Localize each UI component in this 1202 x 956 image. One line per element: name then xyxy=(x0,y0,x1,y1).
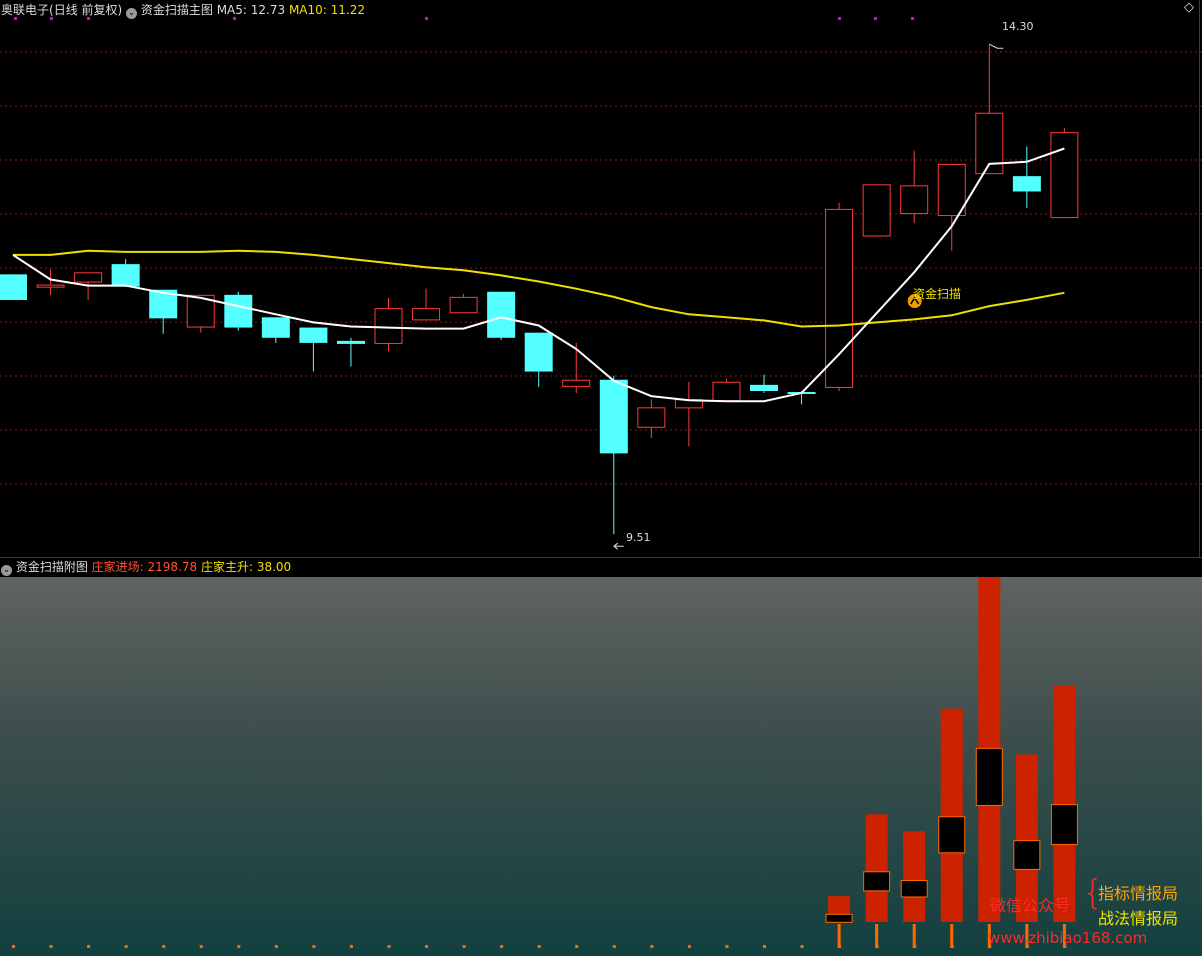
baseline-tick xyxy=(349,945,353,948)
candle-body-up xyxy=(412,308,441,321)
baseline-tick xyxy=(462,945,466,948)
candle-body-up xyxy=(74,272,103,283)
candle-body-down xyxy=(111,264,140,287)
baseline-tick xyxy=(725,945,729,948)
main-chart-panel[interactable]: 奥联电子(日线 前复权) ⌄ 资金扫描主图 MA5: 12.73 MA10: 1… xyxy=(0,0,1202,557)
candle-body-down xyxy=(599,379,628,454)
candle-body-up xyxy=(36,284,65,288)
high-price-label: 14.30 xyxy=(1002,20,1034,33)
watermark-url: www.zhibiao168.com xyxy=(988,929,1148,947)
candle-body-up xyxy=(825,208,854,388)
candle-body-down xyxy=(336,340,365,344)
baseline-tick xyxy=(312,945,316,948)
baseline-tick xyxy=(650,945,654,948)
money-bar-block xyxy=(975,747,1003,806)
watermark-account: 微信公众号 xyxy=(990,896,1071,915)
money-bar xyxy=(1053,685,1076,922)
candle-body-up xyxy=(937,163,966,217)
candle-body-down xyxy=(261,317,290,338)
money-bar xyxy=(865,814,888,922)
main-header: 奥联电子(日线 前复权) ⌄ 资金扫描主图 MA5: 12.73 MA10: 1… xyxy=(1,3,365,19)
money-bar-block xyxy=(900,880,928,898)
baseline-tick xyxy=(537,945,541,948)
high-pointer xyxy=(989,43,1004,49)
baseline-tick xyxy=(162,945,166,948)
baseline-tick xyxy=(763,945,766,948)
top-marker xyxy=(874,17,877,20)
candle-body-up xyxy=(374,308,403,344)
baseline-tick xyxy=(12,945,15,948)
baseline-tick xyxy=(687,945,691,948)
baseline-tick xyxy=(49,945,53,948)
stock-name: 奥联电子 xyxy=(1,3,50,17)
baseline-tick xyxy=(124,945,128,948)
baseline-tick xyxy=(800,945,804,948)
sub-chart-panel[interactable]: ⌄ 资金扫描附图 庄家进场: 2198.78 庄家主升: 38.00 微信公众号… xyxy=(0,558,1202,956)
baseline-tick xyxy=(500,945,504,948)
baseline-tick xyxy=(237,945,241,948)
main-chart-svg[interactable] xyxy=(0,0,1202,557)
candle-body-up xyxy=(1050,132,1079,219)
main-indicator-name[interactable]: 资金扫描主图 xyxy=(141,3,213,17)
money-bar xyxy=(940,708,963,922)
signal-label: 资金扫描 xyxy=(913,287,962,301)
money-bar-block xyxy=(938,816,966,854)
top-marker xyxy=(425,17,428,20)
top-marker xyxy=(911,17,914,20)
candle-body-down xyxy=(487,291,516,338)
candle-body-up xyxy=(562,379,591,387)
period-label: (日线 前复权) xyxy=(49,3,123,17)
money-bar-block xyxy=(825,913,853,923)
baseline-tick xyxy=(387,945,391,948)
money-bar-block xyxy=(1050,804,1078,845)
candle-body-down xyxy=(750,384,778,391)
low-price-label: 9.51 xyxy=(626,531,651,544)
money-bar-block xyxy=(1013,840,1041,870)
baseline-tick xyxy=(425,945,429,948)
candle-body-up xyxy=(712,381,741,402)
baseline-tick xyxy=(87,945,91,948)
candle-body-up xyxy=(449,296,478,314)
baseline-tick xyxy=(612,945,616,948)
candle-body-down xyxy=(224,294,253,328)
low-pointer xyxy=(613,542,624,550)
candle-body-down xyxy=(1012,176,1041,192)
top-marker xyxy=(838,17,841,20)
candle-body-down xyxy=(0,274,27,300)
ma10-readout: MA10: 11.22 xyxy=(288,3,365,17)
candle-body-up xyxy=(900,185,929,215)
candle-body-up xyxy=(862,184,891,237)
candle-body-up xyxy=(637,407,666,428)
candle-body-down xyxy=(524,332,553,372)
baseline-tick xyxy=(199,945,203,948)
watermark-line1: 指标情报局 xyxy=(1098,884,1179,903)
money-bar-block xyxy=(863,871,891,892)
ma5-readout: MA5: 12.73 xyxy=(216,3,286,17)
chevron-down-icon[interactable]: ⌄ xyxy=(126,8,138,19)
baseline-tick xyxy=(575,945,579,948)
diamond-icon[interactable]: ◇ xyxy=(1184,1,1194,15)
baseline-tick xyxy=(274,945,278,948)
watermark-line2: 战法情报局 xyxy=(1098,909,1179,928)
candle-body-down xyxy=(299,327,328,343)
money-bar xyxy=(903,831,926,922)
